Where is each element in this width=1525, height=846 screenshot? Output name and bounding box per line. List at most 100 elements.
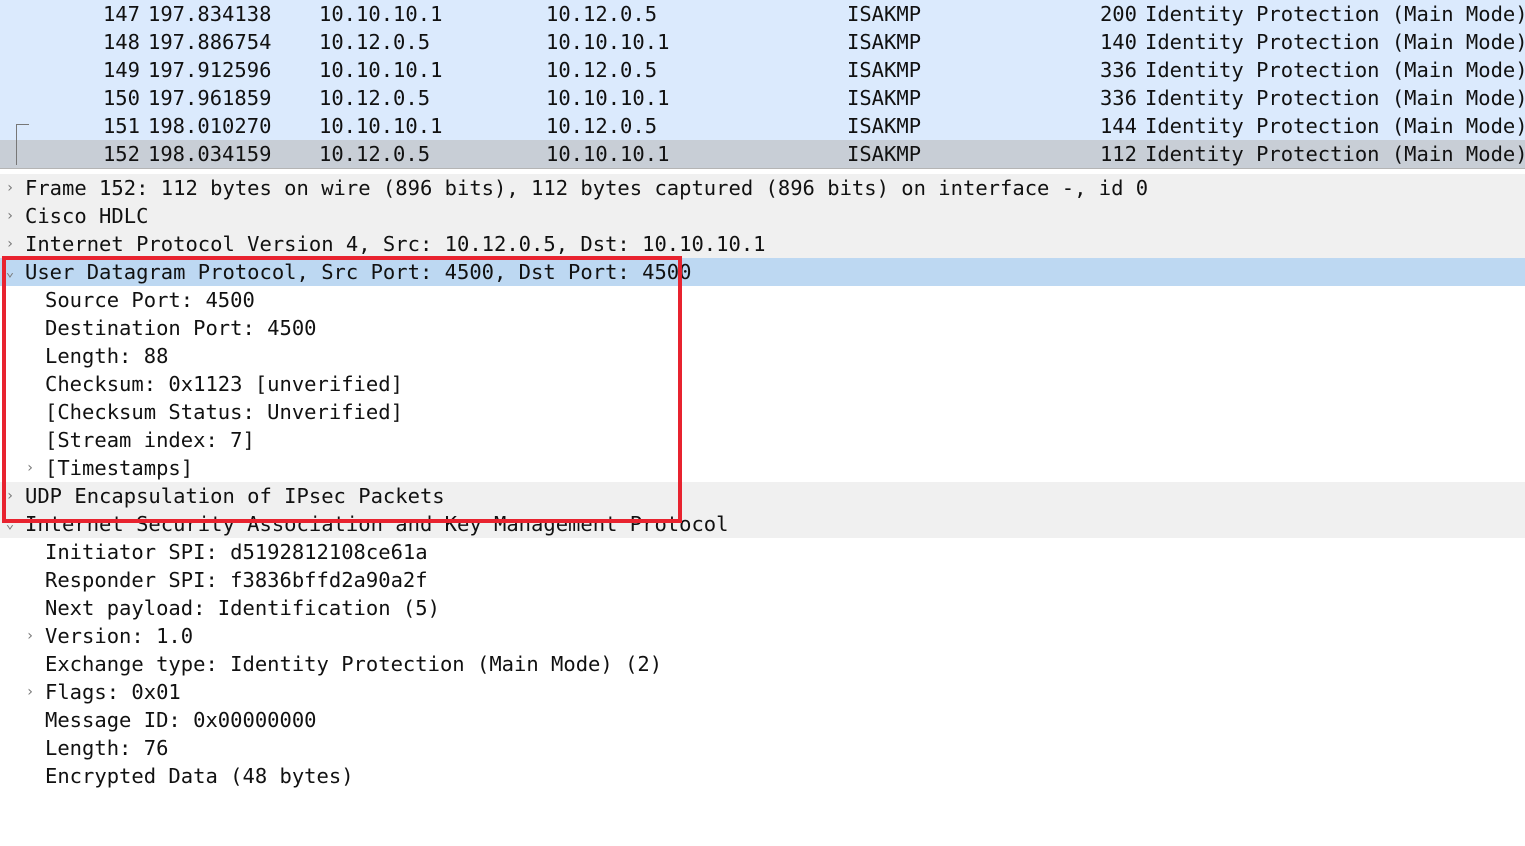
packet-time: 197.912596 bbox=[148, 58, 272, 82]
packet-number: 150 bbox=[102, 86, 140, 110]
tree-field-label: Length: 88 bbox=[45, 344, 169, 368]
tree-item-label: Internet Protocol Version 4, Src: 10.12.… bbox=[25, 232, 766, 256]
tree-field-label: Source Port: 4500 bbox=[45, 288, 255, 312]
packet-length: 336 bbox=[1099, 58, 1137, 82]
tree-field-label: Destination Port: 4500 bbox=[45, 316, 317, 340]
packet-row[interactable]: 150 197.961859 10.12.0.5 10.10.10.1 ISAK… bbox=[0, 84, 1525, 112]
tree-field-label: Encrypted Data (48 bytes) bbox=[45, 764, 354, 788]
tree-field-label: Message ID: 0x00000000 bbox=[45, 708, 317, 732]
packet-row-selected[interactable]: 152 198.034159 10.12.0.5 10.10.10.1 ISAK… bbox=[0, 140, 1525, 168]
tree-field-encrypted-data[interactable]: Encrypted Data (48 bytes) bbox=[0, 762, 1525, 790]
packet-destination: 10.10.10.1 bbox=[546, 86, 670, 110]
packet-source: 10.10.10.1 bbox=[319, 2, 443, 26]
tree-field-length[interactable]: Length: 76 bbox=[0, 734, 1525, 762]
packet-row[interactable]: 148 197.886754 10.12.0.5 10.10.10.1 ISAK… bbox=[0, 28, 1525, 56]
tree-field-initiator-spi[interactable]: Initiator SPI: d5192812108ce61a bbox=[0, 538, 1525, 566]
packet-time: 197.961859 bbox=[148, 86, 272, 110]
tree-field-next-payload[interactable]: Next payload: Identification (5) bbox=[0, 594, 1525, 622]
packet-time: 197.834138 bbox=[148, 2, 272, 26]
tree-field-stream-index[interactable]: [Stream index: 7] bbox=[0, 426, 1525, 454]
packet-number: 147 bbox=[102, 2, 140, 26]
tree-item-label: Flags: 0x01 bbox=[45, 680, 181, 704]
tree-item-label: Frame 152: 112 bytes on wire (896 bits),… bbox=[25, 176, 1149, 200]
packet-source: 10.12.0.5 bbox=[319, 30, 431, 54]
packet-time: 197.886754 bbox=[148, 30, 272, 54]
tree-field-label: [Checksum Status: Unverified] bbox=[45, 400, 403, 424]
packet-protocol: ISAKMP bbox=[847, 86, 922, 110]
packet-destination: 10.12.0.5 bbox=[546, 2, 658, 26]
chevron-down-icon[interactable]: ⌄ bbox=[3, 258, 17, 286]
packet-destination: 10.12.0.5 bbox=[546, 58, 658, 82]
packet-info: Identity Protection (Main Mode) bbox=[1145, 30, 1525, 54]
tree-field-label: Initiator SPI: d5192812108ce61a bbox=[45, 540, 428, 564]
tree-field-label: Exchange type: Identity Protection (Main… bbox=[45, 652, 663, 676]
tree-field-exchange-type[interactable]: Exchange type: Identity Protection (Main… bbox=[0, 650, 1525, 678]
tree-item-udp-encap[interactable]: › UDP Encapsulation of IPsec Packets bbox=[0, 482, 1525, 510]
packet-row[interactable]: 147 197.834138 10.10.10.1 10.12.0.5 ISAK… bbox=[0, 0, 1525, 28]
chevron-right-icon[interactable]: › bbox=[23, 622, 37, 650]
tree-field-label: Responder SPI: f3836bffd2a90a2f bbox=[45, 568, 428, 592]
packet-number: 148 bbox=[102, 30, 140, 54]
chevron-right-icon[interactable]: › bbox=[3, 174, 17, 202]
conversation-bracket-icon bbox=[16, 124, 29, 165]
packet-length: 140 bbox=[1099, 30, 1137, 54]
packet-protocol: ISAKMP bbox=[847, 2, 922, 26]
tree-item-isakmp[interactable]: ⌄ Internet Security Association and Key … bbox=[0, 510, 1525, 538]
tree-item-udp[interactable]: ⌄ User Datagram Protocol, Src Port: 4500… bbox=[0, 258, 1525, 286]
packet-number: 151 bbox=[102, 114, 140, 138]
tree-item-ipv4[interactable]: › Internet Protocol Version 4, Src: 10.1… bbox=[0, 230, 1525, 258]
tree-item-hdlc[interactable]: › Cisco HDLC bbox=[0, 202, 1525, 230]
packet-protocol: ISAKMP bbox=[847, 58, 922, 82]
packet-list[interactable]: 147 197.834138 10.10.10.1 10.12.0.5 ISAK… bbox=[0, 0, 1525, 168]
tree-item-label: User Datagram Protocol, Src Port: 4500, … bbox=[25, 260, 692, 284]
packet-info: Identity Protection (Main Mode) bbox=[1145, 114, 1525, 138]
packet-source: 10.10.10.1 bbox=[319, 58, 443, 82]
tree-field-source-port[interactable]: Source Port: 4500 bbox=[0, 286, 1525, 314]
packet-row[interactable]: 151 198.010270 10.10.10.1 10.12.0.5 ISAK… bbox=[0, 112, 1525, 140]
tree-field-responder-spi[interactable]: Responder SPI: f3836bffd2a90a2f bbox=[0, 566, 1525, 594]
packet-info: Identity Protection (Main Mode) bbox=[1145, 142, 1525, 166]
packet-destination: 10.12.0.5 bbox=[546, 114, 658, 138]
packet-number: 152 bbox=[102, 142, 140, 166]
tree-item-frame[interactable]: › Frame 152: 112 bytes on wire (896 bits… bbox=[0, 174, 1525, 202]
tree-item-label: [Timestamps] bbox=[45, 456, 194, 480]
tree-field-label: Checksum: 0x1123 [unverified] bbox=[45, 372, 403, 396]
packet-row[interactable]: 149 197.912596 10.10.10.1 10.12.0.5 ISAK… bbox=[0, 56, 1525, 84]
tree-field-checksum[interactable]: Checksum: 0x1123 [unverified] bbox=[0, 370, 1525, 398]
packet-time: 198.034159 bbox=[148, 142, 272, 166]
tree-item-version[interactable]: › Version: 1.0 bbox=[0, 622, 1525, 650]
chevron-right-icon[interactable]: › bbox=[23, 454, 37, 482]
packet-length: 144 bbox=[1099, 114, 1137, 138]
chevron-right-icon[interactable]: › bbox=[23, 678, 37, 706]
packet-destination: 10.10.10.1 bbox=[546, 30, 670, 54]
tree-item-label: UDP Encapsulation of IPsec Packets bbox=[25, 484, 445, 508]
tree-field-label: [Stream index: 7] bbox=[45, 428, 255, 452]
tree-item-label: Internet Security Association and Key Ma… bbox=[25, 512, 729, 536]
tree-field-checksum-status[interactable]: [Checksum Status: Unverified] bbox=[0, 398, 1525, 426]
tree-item-label: Cisco HDLC bbox=[25, 204, 149, 228]
packet-source: 10.12.0.5 bbox=[319, 86, 431, 110]
tree-field-message-id[interactable]: Message ID: 0x00000000 bbox=[0, 706, 1525, 734]
tree-field-destination-port[interactable]: Destination Port: 4500 bbox=[0, 314, 1525, 342]
tree-item-label: Version: 1.0 bbox=[45, 624, 194, 648]
packet-length: 112 bbox=[1099, 142, 1137, 166]
tree-item-timestamps[interactable]: › [Timestamps] bbox=[0, 454, 1525, 482]
packet-source: 10.10.10.1 bbox=[319, 114, 443, 138]
packet-protocol: ISAKMP bbox=[847, 114, 922, 138]
tree-field-label: Next payload: Identification (5) bbox=[45, 596, 440, 620]
packet-info: Identity Protection (Main Mode) bbox=[1145, 58, 1525, 82]
packet-time: 198.010270 bbox=[148, 114, 272, 138]
chevron-right-icon[interactable]: › bbox=[3, 482, 17, 510]
chevron-right-icon[interactable]: › bbox=[3, 230, 17, 258]
packet-number: 149 bbox=[102, 58, 140, 82]
chevron-right-icon[interactable]: › bbox=[3, 202, 17, 230]
chevron-down-icon[interactable]: ⌄ bbox=[3, 510, 17, 538]
tree-item-flags[interactable]: › Flags: 0x01 bbox=[0, 678, 1525, 706]
packet-details-pane[interactable]: › Frame 152: 112 bytes on wire (896 bits… bbox=[0, 174, 1525, 796]
packet-protocol: ISAKMP bbox=[847, 142, 922, 166]
packet-info: Identity Protection (Main Mode) bbox=[1145, 2, 1525, 26]
packet-destination: 10.10.10.1 bbox=[546, 142, 670, 166]
packet-length: 336 bbox=[1099, 86, 1137, 110]
packet-protocol: ISAKMP bbox=[847, 30, 922, 54]
tree-field-length[interactable]: Length: 88 bbox=[0, 342, 1525, 370]
